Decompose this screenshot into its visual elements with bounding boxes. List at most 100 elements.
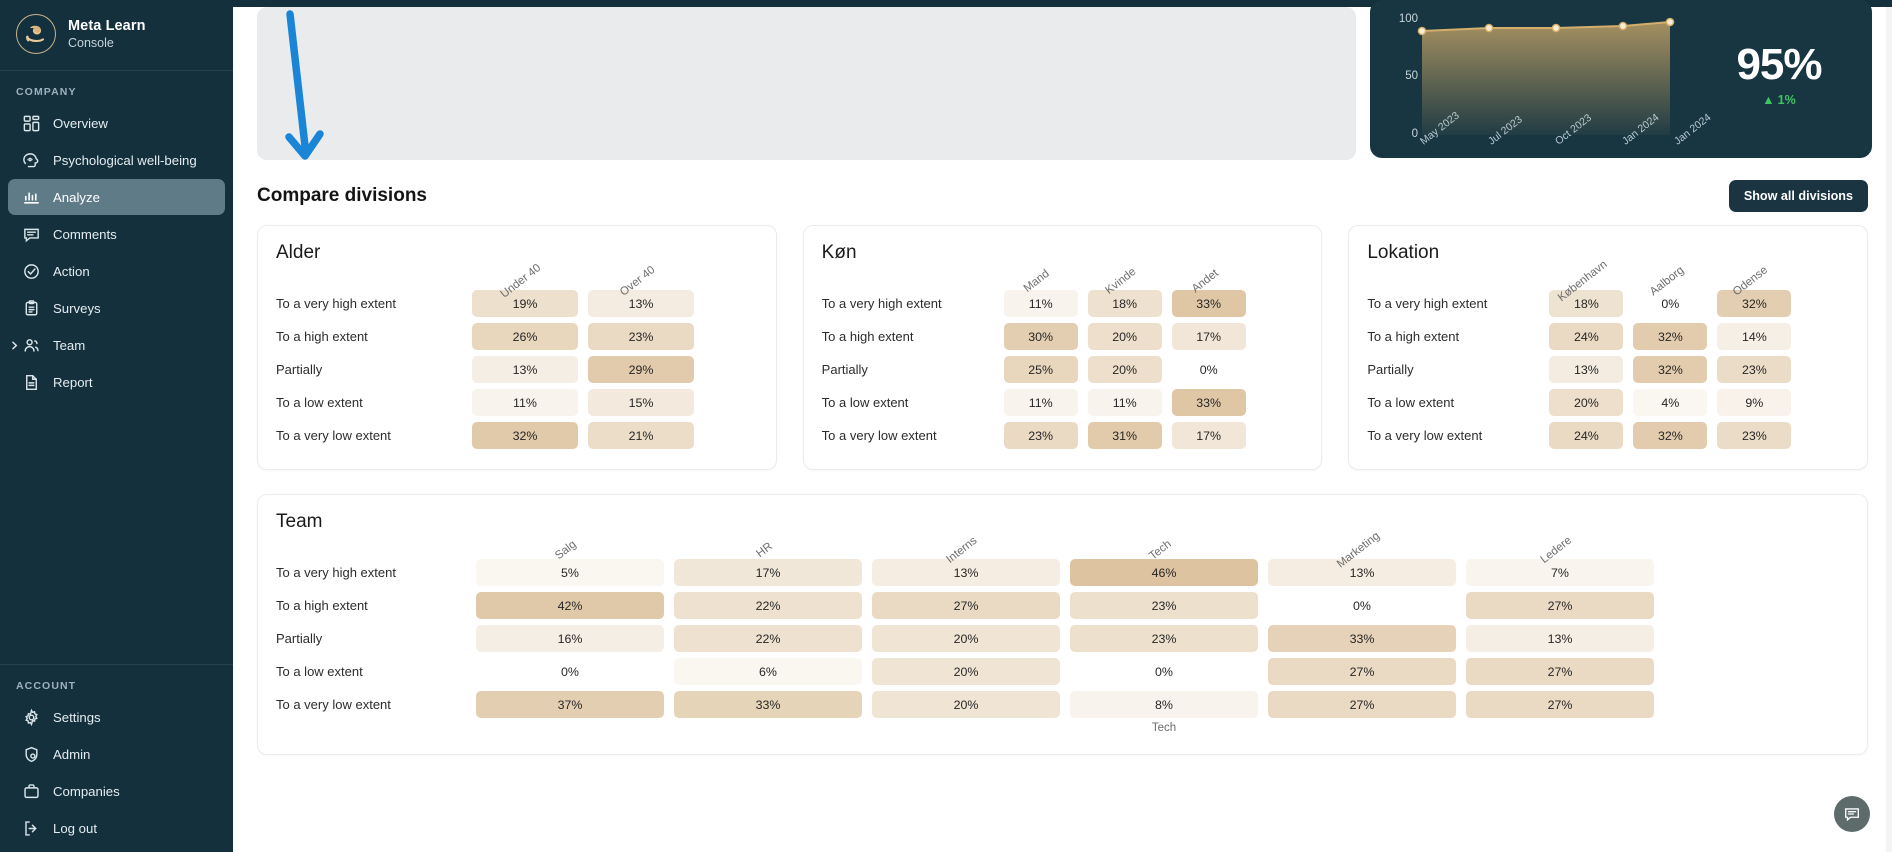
sidebar-item-overview[interactable]: Overview [8,105,225,141]
sidebar-item-surveys[interactable]: Surveys [8,290,225,326]
matrix-cell[interactable]: 20% [872,691,1060,718]
matrix-cell[interactable]: 17% [1172,323,1246,350]
matrix-cell[interactable]: 20% [1088,323,1162,350]
matrix-cell[interactable]: 23% [588,323,694,350]
sidebar-item-action[interactable]: Action [8,253,225,289]
matrix-cell[interactable]: 20% [1549,389,1623,416]
sidebar-item-analyze[interactable]: Analyze [8,179,225,215]
matrix-cell[interactable]: 13% [472,356,578,383]
matrix-cell[interactable]: 0% [1633,290,1707,317]
matrix-cell[interactable]: 23% [1070,592,1258,619]
matrix-cell[interactable]: 17% [674,559,862,586]
matrix-cell[interactable]: 26% [472,323,578,350]
matrix-cell[interactable]: 37% [476,691,664,718]
matrix-cell[interactable]: 14% [1717,323,1791,350]
matrix-cell[interactable]: 24% [1549,422,1623,449]
matrix-column-header: Salg [476,511,664,555]
matrix-cell[interactable]: 13% [588,290,694,317]
matrix-cell[interactable]: 23% [1717,422,1791,449]
matrix-cell[interactable]: 27% [1268,658,1456,685]
section-header: Compare divisions Show all divisions [233,160,1892,212]
matrix-column-header: Kvinde [1088,242,1162,286]
matrix-cell[interactable]: 20% [872,625,1060,652]
matrix-cell[interactable]: 24% [1549,323,1623,350]
matrix-cell[interactable]: 21% [588,422,694,449]
sidebar-item-label: Report [53,375,93,390]
matrix-row-label: To a high extent [822,329,1004,344]
matrix-cell[interactable]: 33% [1268,625,1456,652]
table-row: Partially25%20%0% [822,356,1304,383]
matrix-cell[interactable]: 32% [472,422,578,449]
matrix-cell[interactable]: 0% [476,658,664,685]
matrix-column-header: Interns [872,511,1060,555]
matrix-cell[interactable]: 8% [1070,691,1258,718]
matrix-cell[interactable]: 27% [872,592,1060,619]
brand-header[interactable]: Meta Learn Console [0,0,233,71]
matrix-cell[interactable]: 23% [1070,625,1258,652]
sidebar-item-settings[interactable]: Settings [8,699,225,735]
matrix-cell[interactable]: 46% [1070,559,1258,586]
matrix-cell[interactable]: 30% [1004,323,1078,350]
matrix-cell[interactable]: 15% [588,389,694,416]
matrix-cell[interactable]: 22% [674,592,862,619]
matrix-cell[interactable]: 27% [1466,658,1654,685]
matrix-cell[interactable]: 27% [1466,691,1654,718]
matrix-cell[interactable]: 32% [1633,323,1707,350]
matrix-cell[interactable]: 11% [1004,389,1078,416]
matrix-cell[interactable]: 11% [1004,290,1078,317]
sidebar-account-section: ACCOUNT Settings Admin [0,664,233,852]
matrix: Under 40Over 40To a very high extent19%1… [276,242,758,449]
vertical-scrollbar[interactable] [1886,7,1892,852]
matrix-cell[interactable]: 13% [1549,356,1623,383]
matrix-column-header: Over 40 [588,242,694,286]
matrix-cell[interactable]: 7% [1466,559,1654,586]
matrix-cell[interactable]: 27% [1466,592,1654,619]
chat-bubble-fab-button[interactable] [1834,796,1870,832]
matrix-cell[interactable]: 33% [1172,389,1246,416]
matrix-cell[interactable]: 9% [1717,389,1791,416]
matrix-cell[interactable]: 23% [1004,422,1078,449]
matrix-cell[interactable]: 16% [476,625,664,652]
matrix-cell[interactable]: 29% [588,356,694,383]
matrix-cell[interactable]: 25% [1004,356,1078,383]
matrix-cell[interactable]: 0% [1172,356,1246,383]
matrix-cell[interactable]: 27% [1268,691,1456,718]
sidebar-item-comments[interactable]: Comments [8,216,225,252]
matrix: SalgHRInternsTechMarketingLedereTo a ver… [276,511,1849,718]
sidebar-item-report[interactable]: Report [8,364,225,400]
table-row: Partially13%29% [276,356,758,383]
blue-down-arrow-annotation-icon [277,6,337,166]
sidebar-item-log-out[interactable]: Log out [8,810,225,846]
matrix-cell[interactable]: 33% [674,691,862,718]
matrix-cell[interactable]: 32% [1633,356,1707,383]
matrix-cell[interactable]: 22% [674,625,862,652]
show-all-divisions-button[interactable]: Show all divisions [1729,180,1868,212]
matrix-cell[interactable]: 32% [1633,422,1707,449]
sidebar-item-admin[interactable]: Admin [8,736,225,772]
matrix-cell[interactable]: 42% [476,592,664,619]
matrix-cell[interactable]: 13% [872,559,1060,586]
matrix-cell[interactable]: 5% [476,559,664,586]
matrix-cell[interactable]: 33% [1172,290,1246,317]
matrix-cell[interactable]: 23% [1717,356,1791,383]
matrix-cell[interactable]: 20% [872,658,1060,685]
matrix-cell[interactable]: 19% [472,290,578,317]
sidebar-item-companies[interactable]: Companies [8,773,225,809]
matrix-cell[interactable]: 0% [1070,658,1258,685]
matrix-cell[interactable]: 31% [1088,422,1162,449]
matrix-cell[interactable]: 17% [1172,422,1246,449]
matrix-cell[interactable]: 13% [1268,559,1456,586]
matrix-cell[interactable]: 11% [472,389,578,416]
matrix-cell[interactable]: 20% [1088,356,1162,383]
matrix-cell[interactable]: 4% [1633,389,1707,416]
matrix-cell[interactable]: 32% [1717,290,1791,317]
matrix-cell[interactable]: 6% [674,658,862,685]
matrix-cell[interactable]: 0% [1268,592,1456,619]
matrix-cell[interactable]: 11% [1088,389,1162,416]
matrix: MandKvindeAndetTo a very high extent11%1… [822,242,1304,449]
delta-up-triangle-icon: ▲ [1762,93,1774,107]
sidebar-item-psychological-well-being[interactable]: Psychological well-being [8,142,225,178]
sidebar-item-team[interactable]: Team [8,327,225,363]
matrix-cell[interactable]: 13% [1466,625,1654,652]
matrix-cell[interactable]: 18% [1088,290,1162,317]
